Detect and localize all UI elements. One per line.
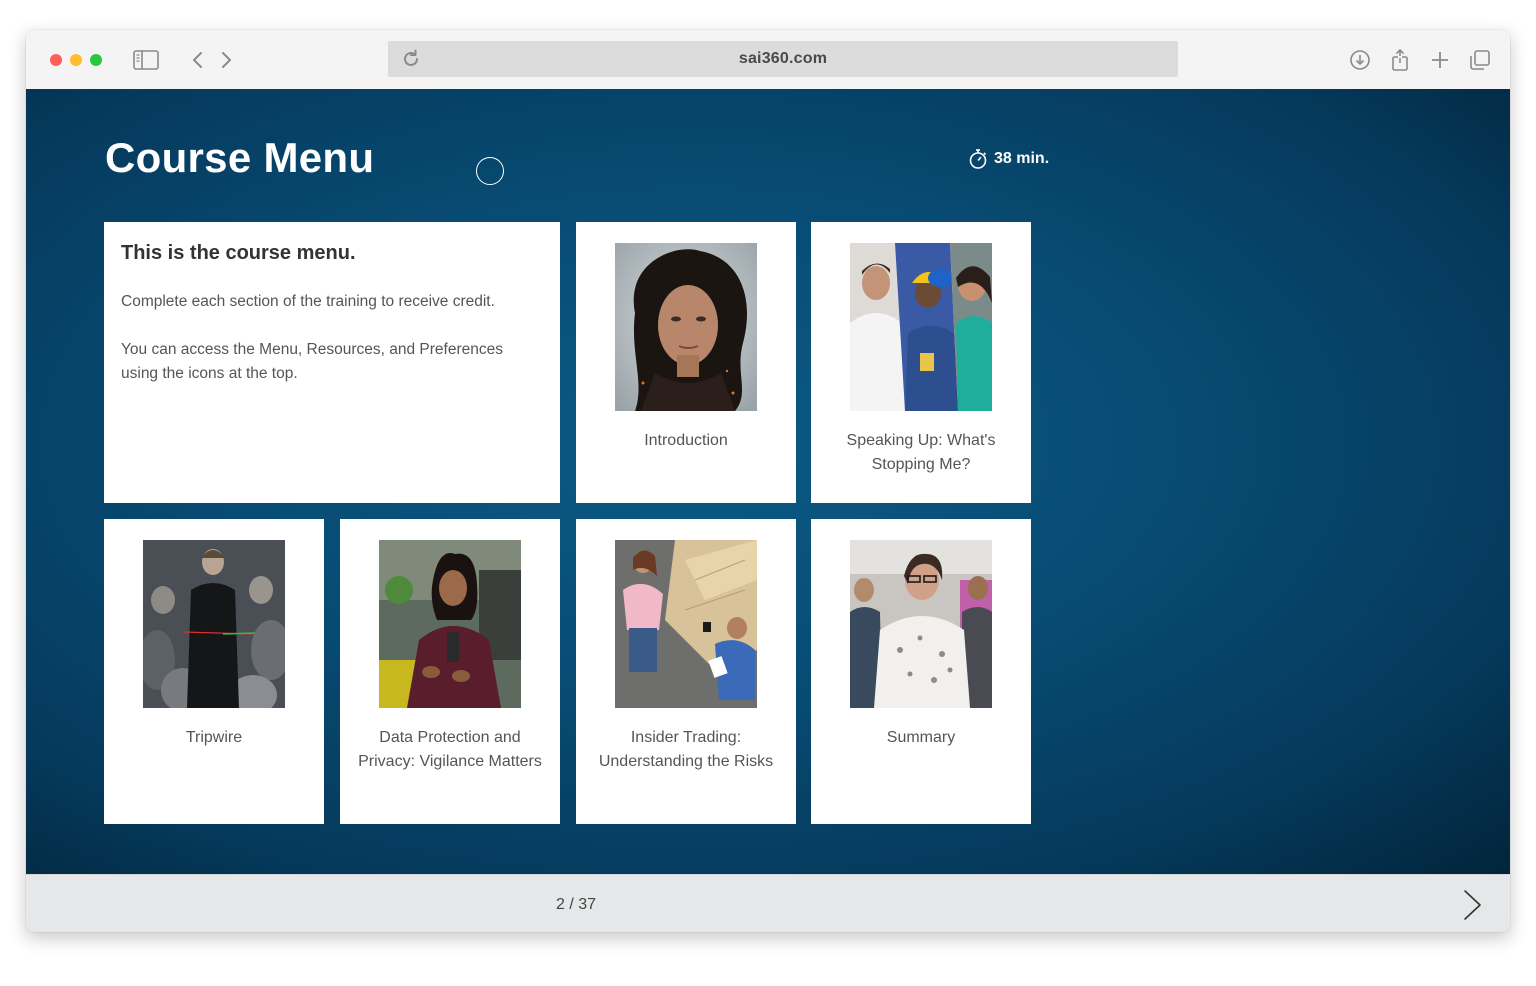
module-card-summary[interactable]: Summary [811, 519, 1031, 824]
stopwatch-icon [969, 149, 987, 169]
page-title: Course Menu [105, 134, 375, 181]
download-icon[interactable] [1346, 48, 1374, 72]
course-stage: Course Menu 38 min. This is the course m… [26, 89, 1510, 874]
course-duration: 38 min. [968, 148, 1049, 170]
module-label-summary: Summary [886, 729, 956, 746]
address-url: sai360.com [738, 50, 828, 67]
cursor-indicator [476, 157, 504, 185]
module-label-speaking-up: Speaking Up: What's Stopping Me? [846, 432, 996, 473]
browser-window: sai360.com Course Menu 38 min. This is t… [26, 30, 1510, 932]
tab-overview-icon[interactable] [1466, 48, 1494, 72]
module-card-data-protection[interactable]: Data Protection and Privacy: Vigilance M… [340, 519, 560, 824]
sidebar-toggle-icon[interactable] [132, 48, 160, 72]
module-card-insider-trading[interactable]: Insider Trading: Understanding the Risks [576, 519, 796, 824]
intro-paragraph-access: You can access the Menu, Resources, and … [121, 341, 503, 382]
share-icon[interactable] [1386, 48, 1414, 72]
intro-heading: This is the course menu. [121, 242, 356, 264]
data-protection-thumbnail [379, 540, 521, 708]
duration-label: 38 min. [994, 150, 1050, 167]
insider-trading-thumbnail [615, 540, 757, 708]
speaking-up-thumbnail [850, 243, 992, 411]
browser-toolbar: sai360.com [26, 30, 1510, 89]
module-card-tripwire[interactable]: Tripwire [104, 519, 324, 824]
intro-paragraph-credit: Complete each section of the training to… [121, 293, 495, 310]
page-counter: 2 / 37 [555, 896, 597, 913]
module-label-introduction: Introduction [644, 432, 728, 449]
close-window-button[interactable] [50, 54, 62, 66]
back-icon[interactable] [184, 48, 212, 72]
intro-card: This is the course menu. Complete each s… [104, 222, 560, 503]
module-card-speaking-up[interactable]: Speaking Up: What's Stopping Me? [811, 222, 1031, 503]
next-page-icon[interactable] [1460, 889, 1484, 921]
module-label-insider-trading: Insider Trading: Understanding the Risks [598, 729, 774, 770]
course-footer: 2 / 37 [26, 874, 1510, 932]
tripwire-thumbnail [143, 540, 285, 708]
forward-icon[interactable] [212, 48, 240, 72]
maximize-window-button[interactable] [90, 54, 102, 66]
module-card-introduction[interactable]: Introduction [576, 222, 796, 503]
summary-thumbnail [850, 540, 992, 708]
module-label-tripwire: Tripwire [185, 729, 243, 746]
module-label-data-protection: Data Protection and Privacy: Vigilance M… [358, 729, 542, 770]
new-tab-icon[interactable] [1426, 48, 1454, 72]
address-bar[interactable]: sai360.com [388, 41, 1178, 77]
introduction-thumbnail [615, 243, 757, 411]
minimize-window-button[interactable] [70, 54, 82, 66]
